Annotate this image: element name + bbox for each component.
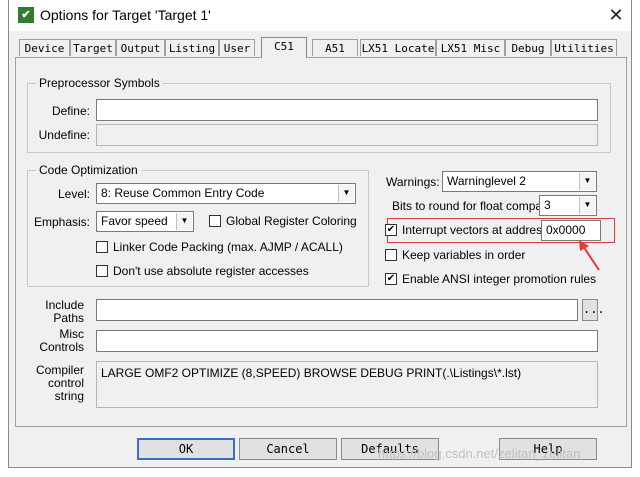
warnings-label: Warnings:	[386, 175, 440, 189]
bits-float-label: Bits to round for float compare:	[392, 199, 557, 213]
emphasis-select-value: Favor speed	[101, 214, 168, 228]
level-select[interactable]: 8: Reuse Common Entry Code ▼	[96, 183, 356, 204]
code-optimization-group-title: Code Optimization	[36, 163, 141, 177]
tab-a51[interactable]: A51	[312, 39, 358, 56]
emphasis-select[interactable]: Favor speed ▼	[96, 211, 194, 232]
window-title: Options for Target 'Target 1'	[40, 7, 211, 23]
global-register-coloring-label: Global Register Coloring	[226, 214, 357, 228]
preprocessor-group-title: Preprocessor Symbols	[36, 76, 163, 90]
compiler-control-string-textarea: LARGE OMF2 OPTIMIZE (8,SPEED) BROWSE DEB…	[96, 361, 598, 408]
cancel-button[interactable]: Cancel	[239, 438, 337, 460]
interrupt-vectors-checkbox[interactable]: ✔	[385, 224, 397, 236]
tab-listing[interactable]: Listing	[165, 39, 219, 56]
background-editor-strip	[0, 0, 8, 477]
include-paths-label: Include Paths	[29, 299, 84, 325]
level-label: Level:	[57, 187, 90, 201]
chevron-down-icon[interactable]: ▼	[579, 173, 595, 190]
red-arrow-annotation	[579, 240, 600, 271]
compiler-label-line3: string	[54, 389, 84, 403]
bits-float-select[interactable]: 3 ▼	[539, 195, 597, 216]
misc-label-line2: Controls	[39, 340, 84, 354]
compiler-control-string-label: Compiler control string	[29, 364, 84, 403]
define-label: Define:	[51, 104, 90, 118]
watermark-text: https://blog.csdn.net/zelitan_zelitan	[378, 446, 581, 461]
bits-float-select-value: 3	[544, 198, 551, 212]
compiler-control-string-value: LARGE OMF2 OPTIMIZE (8,SPEED) BROWSE DEB…	[101, 366, 522, 380]
tab-lx51-locate[interactable]: LX51 Locate	[360, 39, 436, 56]
keep-variables-label: Keep variables in order	[402, 248, 526, 262]
global-register-coloring-checkbox[interactable]	[209, 215, 221, 227]
tab-output[interactable]: Output	[116, 39, 165, 56]
chevron-down-icon[interactable]: ▼	[176, 213, 192, 230]
undefine-input	[96, 124, 598, 146]
include-paths-input[interactable]	[96, 299, 578, 321]
level-select-value: 8: Reuse Common Entry Code	[101, 186, 265, 200]
chevron-down-icon[interactable]: ▼	[338, 185, 354, 202]
tab-target[interactable]: Target	[70, 39, 116, 56]
warnings-select-value: Warninglevel 2	[447, 174, 526, 188]
undefine-label: Undefine:	[38, 128, 90, 142]
warnings-select[interactable]: Warninglevel 2 ▼	[442, 171, 597, 192]
close-icon[interactable]: ✕	[605, 3, 627, 27]
linker-code-packing-label: Linker Code Packing (max. AJMP / ACALL)	[113, 240, 343, 254]
tab-utilities[interactable]: Utilities	[551, 39, 617, 56]
ansi-promotion-label: Enable ANSI integer promotion rules	[402, 272, 597, 286]
tab-device[interactable]: Device	[19, 39, 70, 56]
browse-include-paths-button[interactable]: ...	[582, 299, 605, 321]
options-dialog: ✔ Options for Target 'Target 1' ✕ Device…	[8, 0, 632, 468]
tab-lx51-misc[interactable]: LX51 Misc	[436, 39, 505, 56]
include-label-line2: Paths	[53, 311, 84, 325]
no-absolute-register-label: Don't use absolute register accesses	[113, 264, 309, 278]
ansi-promotion-checkbox[interactable]: ✔	[385, 273, 397, 285]
define-input[interactable]	[96, 99, 598, 121]
no-absolute-register-checkbox[interactable]	[96, 265, 108, 277]
uvision-icon: ✔	[18, 7, 34, 23]
linker-code-packing-checkbox[interactable]	[96, 241, 108, 253]
chevron-down-icon[interactable]: ▼	[579, 197, 595, 214]
interrupt-vectors-label: Interrupt vectors at address:	[402, 223, 552, 237]
tab-debug[interactable]: Debug	[505, 39, 551, 56]
misc-controls-input[interactable]	[96, 330, 598, 352]
keep-variables-checkbox[interactable]	[385, 249, 397, 261]
emphasis-label: Emphasis:	[33, 215, 90, 229]
tab-user[interactable]: User	[219, 39, 255, 56]
title-bar: ✔ Options for Target 'Target 1' ✕	[9, 0, 631, 31]
tab-c51[interactable]: C51	[261, 37, 307, 58]
misc-controls-label: Misc Controls	[29, 328, 84, 354]
ok-button[interactable]: OK	[137, 438, 235, 460]
